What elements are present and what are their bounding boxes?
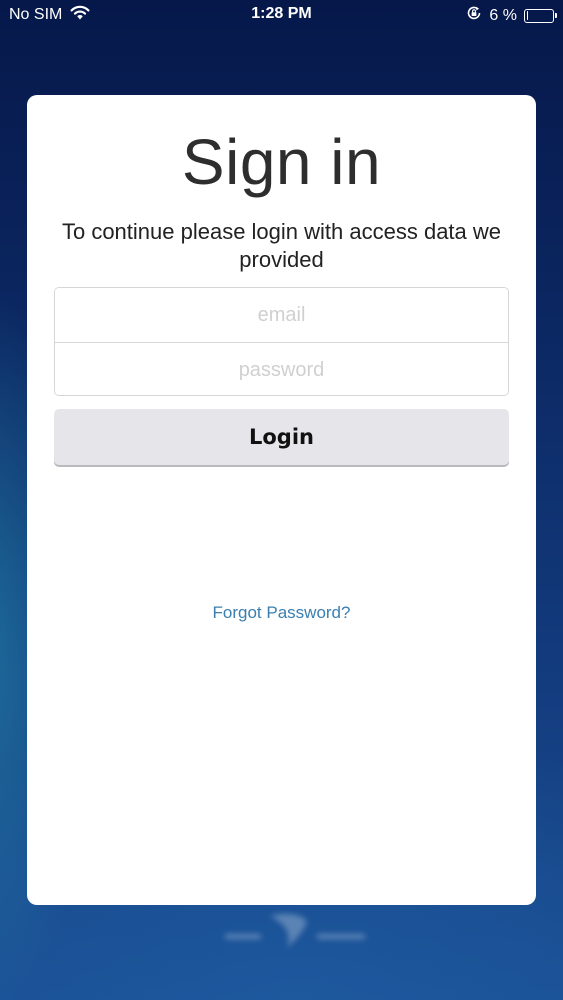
signin-card [27, 95, 536, 905]
email-field[interactable] [55, 288, 508, 342]
signin-subtitle: To continue please login with access dat… [61, 219, 502, 272]
status-right: 6 % [466, 5, 557, 26]
battery-percent: 6 % [489, 6, 517, 24]
battery-level [526, 11, 528, 20]
page-title: Sign in [181, 126, 382, 198]
credentials-form [54, 287, 509, 396]
background-logo [225, 910, 365, 956]
orientation-lock-icon [466, 5, 482, 26]
password-field[interactable] [55, 343, 508, 395]
forgot-password-link[interactable]: Forgot Password? [0, 603, 563, 623]
status-bar: No SIM 1:28 PM 6 % [0, 0, 563, 30]
login-button[interactable]: Login [54, 409, 509, 465]
battery-icon [524, 8, 557, 23]
